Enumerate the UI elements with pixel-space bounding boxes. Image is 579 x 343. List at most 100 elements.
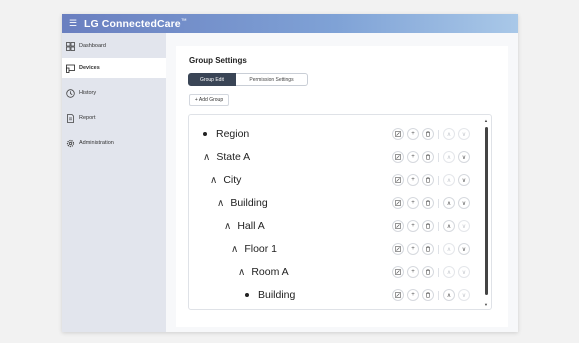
add-icon[interactable]: + — [407, 151, 419, 163]
tree-node[interactable]: Region — [189, 128, 249, 140]
collapse-caret-icon[interactable]: ∧ — [231, 244, 238, 255]
move-up-icon[interactable]: ∧ — [443, 243, 455, 255]
tree-node-label: Hall A — [237, 220, 265, 232]
edit-icon[interactable] — [392, 197, 404, 209]
edit-icon[interactable] — [392, 266, 404, 278]
bullet-icon — [245, 293, 249, 297]
tab-group-edit[interactable]: Group Edit — [188, 73, 236, 86]
edit-icon[interactable] — [392, 151, 404, 163]
move-down-icon[interactable]: ∨ — [458, 220, 470, 232]
trash-icon[interactable] — [422, 220, 434, 232]
row-actions: + ∧ ∨ — [392, 128, 473, 140]
trash-icon[interactable] — [422, 243, 434, 255]
move-up-icon[interactable]: ∧ — [443, 128, 455, 140]
sidebar: Dashboard Devices History Report Adminis… — [62, 33, 166, 332]
tree-node[interactable]: ∧ Floor 1 — [189, 243, 277, 255]
app-brand: LG ConnectedCare™ — [84, 18, 187, 30]
edit-icon[interactable] — [392, 220, 404, 232]
tree-row[interactable]: Building + ∧ ∨ — [189, 284, 485, 306]
group-tree: ▲ ▼ Region + ∧ ∨ ∧ State A + ∧ ∨ ∧ City … — [188, 114, 492, 310]
app-window: ☰ LG ConnectedCare™ Dashboard Devices Hi… — [62, 14, 518, 332]
trash-icon[interactable] — [422, 174, 434, 186]
add-icon[interactable]: + — [407, 197, 419, 209]
collapse-caret-icon[interactable]: ∧ — [217, 198, 224, 209]
move-down-icon[interactable]: ∨ — [458, 197, 470, 209]
move-down-icon[interactable]: ∨ — [458, 174, 470, 186]
sidebar-item-label: Administration — [79, 140, 114, 146]
trash-icon[interactable] — [422, 289, 434, 301]
actions-divider — [438, 198, 439, 208]
add-icon[interactable]: + — [407, 266, 419, 278]
tree-node[interactable]: ∧ City — [189, 174, 241, 186]
sidebar-item-label: Devices — [79, 65, 100, 71]
tree-node-label: Building — [258, 289, 296, 301]
move-down-icon[interactable]: ∨ — [458, 289, 470, 301]
history-icon — [66, 88, 75, 98]
tree-row[interactable]: ∧ Building + ∧ ∨ — [189, 192, 485, 214]
move-down-icon[interactable]: ∨ — [458, 243, 470, 255]
tab-bar: Group Edit Permission Settings — [188, 73, 308, 86]
tree-node-label: Floor 1 — [244, 243, 278, 255]
tab-permission-settings[interactable]: Permission Settings — [236, 73, 308, 86]
move-up-icon[interactable]: ∧ — [443, 174, 455, 186]
edit-icon[interactable] — [392, 289, 404, 301]
page-title: Group Settings — [189, 56, 247, 65]
sidebar-item-dashboard[interactable]: Dashboard — [62, 36, 166, 56]
trash-icon[interactable] — [422, 151, 434, 163]
sidebar-item-label: Dashboard — [79, 43, 106, 49]
dashboard-icon — [66, 41, 75, 51]
tree-row[interactable]: Region + ∧ ∨ — [189, 123, 485, 145]
add-icon[interactable]: + — [407, 128, 419, 140]
tree-row[interactable]: ∧ Room A + ∧ ∨ — [189, 261, 485, 283]
move-down-icon[interactable]: ∨ — [458, 151, 470, 163]
move-up-icon[interactable]: ∧ — [443, 289, 455, 301]
sidebar-item-devices[interactable]: Devices — [62, 58, 166, 78]
trash-icon[interactable] — [422, 266, 434, 278]
sidebar-item-report[interactable]: Report — [62, 108, 166, 128]
edit-icon[interactable] — [392, 128, 404, 140]
tree-node[interactable]: ∧ Building — [189, 197, 268, 209]
tree-node-label: Room A — [251, 266, 289, 278]
move-up-icon[interactable]: ∧ — [443, 197, 455, 209]
add-icon[interactable]: + — [407, 174, 419, 186]
brand-name: LG ConnectedCare — [84, 17, 181, 30]
tree-node[interactable]: ∧ State A — [189, 151, 250, 163]
edit-icon[interactable] — [392, 243, 404, 255]
add-icon[interactable]: + — [407, 243, 419, 255]
tree-row[interactable]: ∧ City + ∧ ∨ — [189, 169, 485, 191]
row-actions: + ∧ ∨ — [392, 220, 473, 232]
add-group-button[interactable]: + Add Group — [189, 94, 229, 106]
move-up-icon[interactable]: ∧ — [443, 220, 455, 232]
actions-divider — [438, 290, 439, 300]
top-bar: ☰ LG ConnectedCare™ — [62, 14, 518, 33]
collapse-caret-icon[interactable]: ∧ — [203, 152, 210, 163]
move-up-icon[interactable]: ∧ — [443, 151, 455, 163]
add-icon[interactable]: + — [407, 289, 419, 301]
tree-row[interactable]: ∧ State A + ∧ ∨ — [189, 146, 485, 168]
row-actions: + ∧ ∨ — [392, 266, 473, 278]
collapse-caret-icon[interactable]: ∧ — [210, 175, 217, 186]
edit-icon[interactable] — [392, 174, 404, 186]
actions-divider — [438, 244, 439, 254]
tree-node[interactable]: Building — [189, 289, 295, 301]
report-icon — [66, 113, 75, 123]
sidebar-item-history[interactable]: History — [62, 83, 166, 103]
trash-icon[interactable] — [422, 128, 434, 140]
collapse-caret-icon[interactable]: ∧ — [224, 221, 231, 232]
move-down-icon[interactable]: ∨ — [458, 266, 470, 278]
actions-divider — [438, 152, 439, 162]
devices-icon — [66, 64, 75, 73]
move-down-icon[interactable]: ∨ — [458, 128, 470, 140]
collapse-caret-icon[interactable]: ∧ — [238, 267, 245, 278]
add-icon[interactable]: + — [407, 220, 419, 232]
sidebar-item-administration[interactable]: Administration — [62, 133, 166, 153]
tree-node[interactable]: ∧ Hall A — [189, 220, 265, 232]
sidebar-item-label: History — [79, 90, 97, 96]
tree-row[interactable]: ∧ Floor 1 + ∧ ∨ — [189, 238, 485, 260]
tree-node[interactable]: ∧ Room A — [189, 266, 289, 278]
move-up-icon[interactable]: ∧ — [443, 266, 455, 278]
menu-icon[interactable]: ☰ — [62, 14, 84, 33]
tree-node-label: City — [223, 174, 242, 186]
trash-icon[interactable] — [422, 197, 434, 209]
tree-row[interactable]: ∧ Hall A + ∧ ∨ — [189, 215, 485, 237]
